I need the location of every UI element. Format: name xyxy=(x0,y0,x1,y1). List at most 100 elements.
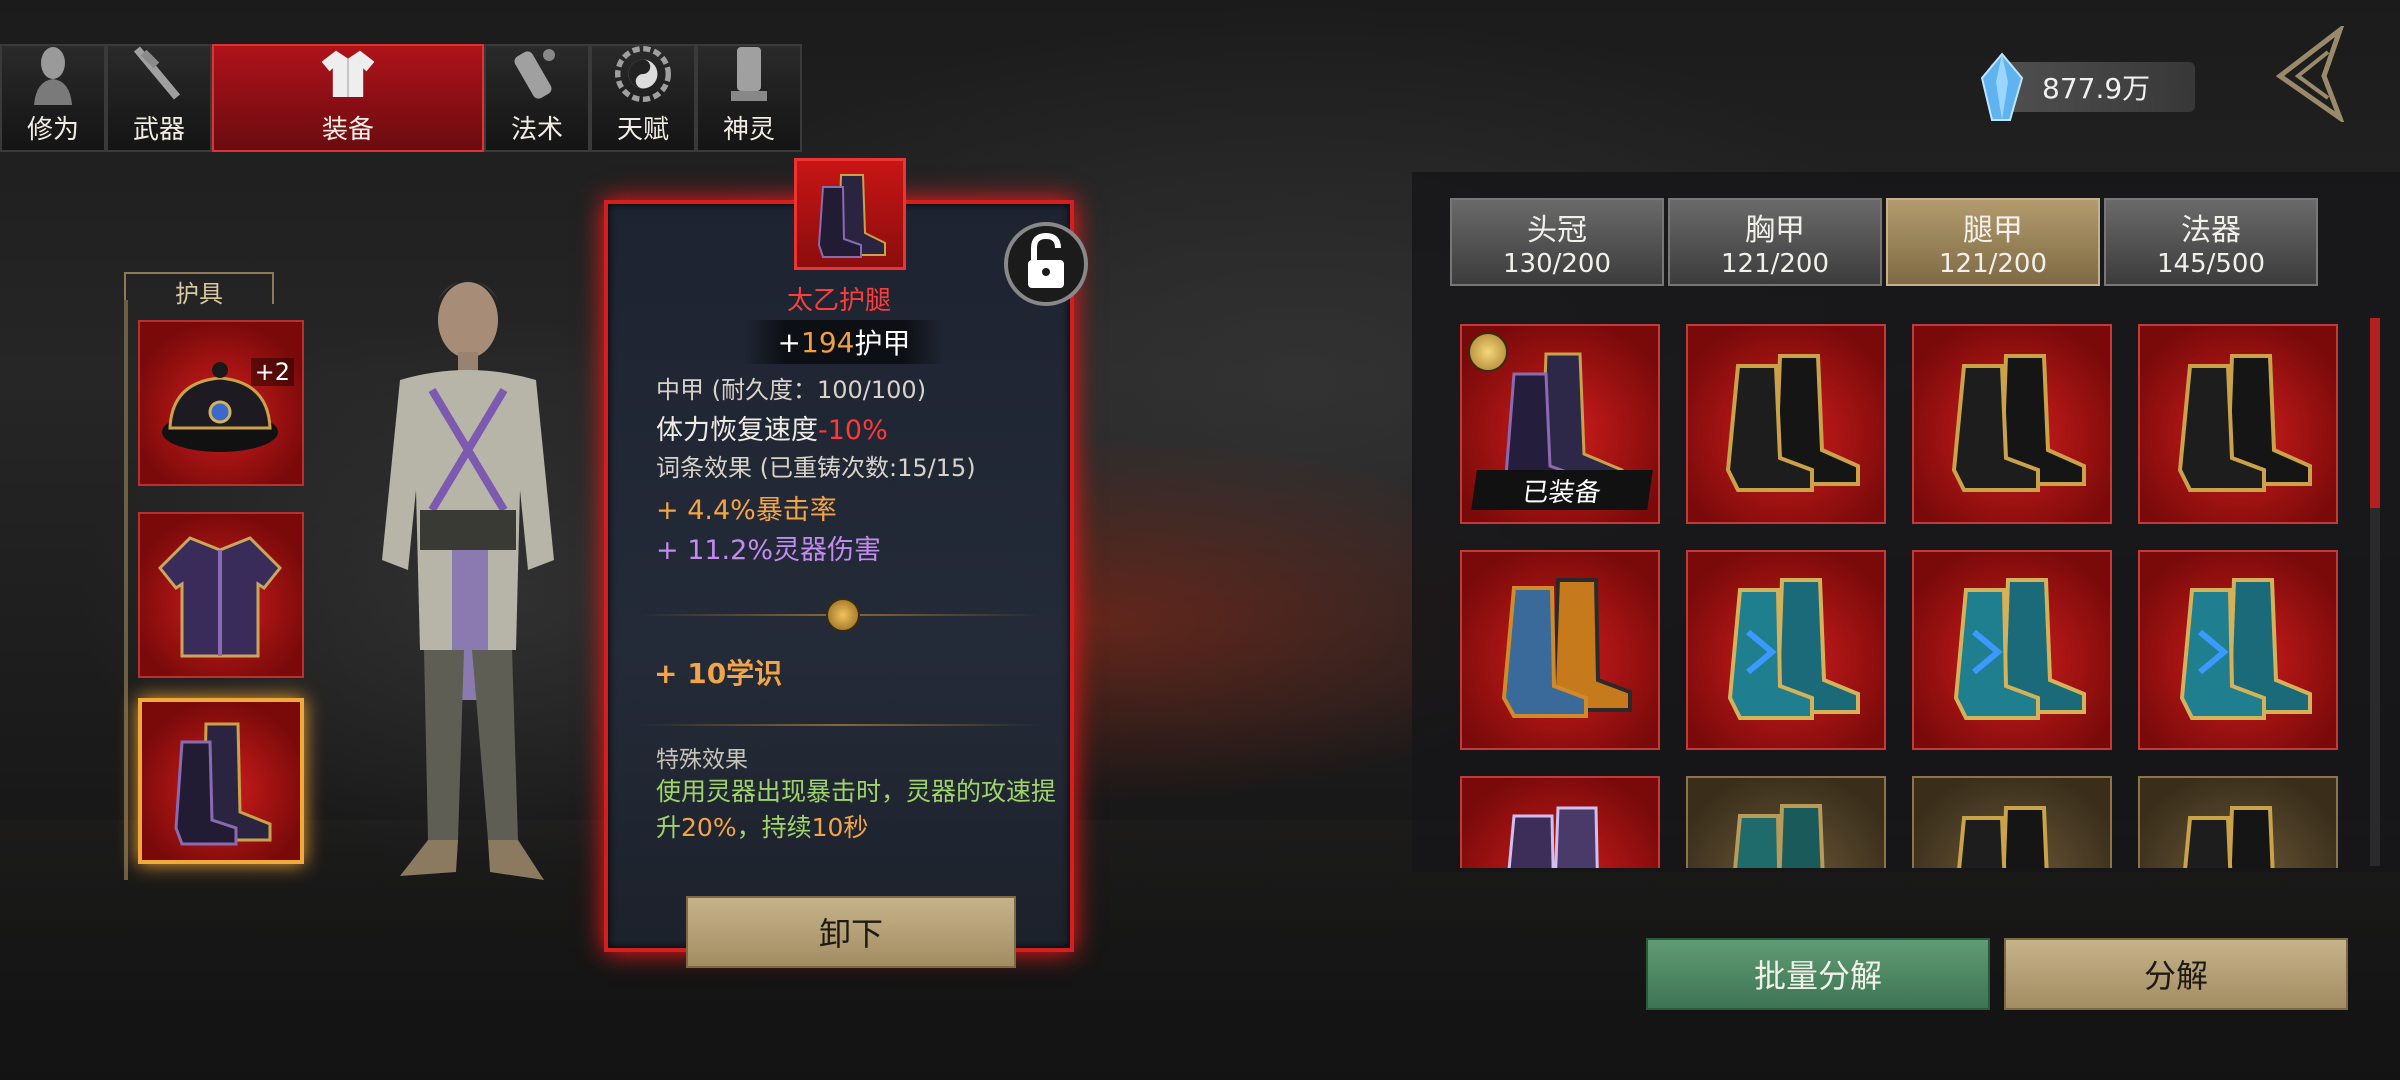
boots-icon xyxy=(1733,804,1825,868)
tab-deity[interactable]: 神灵 xyxy=(696,44,802,152)
stamina-value: -10% xyxy=(818,415,888,446)
inventory-item[interactable] xyxy=(1460,776,1660,868)
robe-icon xyxy=(320,41,376,105)
bagua-icon xyxy=(615,43,671,105)
armor-section-title: 护具 xyxy=(124,272,274,308)
tab-label: 修为 xyxy=(26,115,79,145)
affix-title: 词条效果 (已重铸次数:15/15) xyxy=(656,454,976,482)
tab-label: 天赋 xyxy=(616,115,669,145)
category-tab-helmet[interactable]: 头冠 130/200 xyxy=(1450,198,1664,286)
boots-icon xyxy=(1953,578,2086,720)
scholar-bonus: + 10学识 xyxy=(654,657,783,690)
boots-icon xyxy=(1501,578,1632,718)
armor-value: +194 护甲 xyxy=(744,320,944,364)
equipped-badge: 已装备 xyxy=(1471,470,1653,510)
special-text-b: ，持续 xyxy=(736,813,812,842)
scroll-icon xyxy=(509,43,565,105)
tab-spell[interactable]: 法术 xyxy=(484,44,590,152)
bagua-badge-icon xyxy=(1468,332,1508,372)
unequip-button[interactable]: 卸下 xyxy=(686,896,1016,968)
boots-icon xyxy=(1957,806,2049,868)
affix-crit: + 4.4%暴击率 xyxy=(656,488,837,527)
inventory-item[interactable] xyxy=(1686,550,1886,750)
inventory-item[interactable] xyxy=(1686,324,1886,524)
bagua-ornament-icon xyxy=(826,598,860,632)
scrollbar-thumb[interactable] xyxy=(2370,318,2380,508)
category-label: 头冠 xyxy=(1527,213,1587,248)
divider xyxy=(640,724,1040,726)
inventory-item[interactable] xyxy=(1912,776,2112,868)
category-tab-legs[interactable]: 腿甲 121/200 xyxy=(1886,198,2100,286)
crystal-icon xyxy=(1978,52,2026,122)
boots-icon xyxy=(1951,354,2086,492)
tooltip-item-icon xyxy=(794,158,906,270)
tab-label: 装备 xyxy=(321,115,374,145)
top-tab-bar: 修为 武器 装备 法术 天赋 神灵 xyxy=(0,44,802,152)
category-count: 121/200 xyxy=(1720,249,1829,279)
inventory-item[interactable] xyxy=(1912,324,2112,524)
boots-icon xyxy=(2183,806,2275,868)
special-pct: 20% xyxy=(681,813,737,842)
category-label: 胸甲 xyxy=(1745,213,1805,248)
inventory-item[interactable] xyxy=(1912,550,2112,750)
sword-icon xyxy=(131,43,187,105)
affix-spirit-label: 灵器伤害 xyxy=(772,535,881,566)
tab-label: 武器 xyxy=(132,115,185,145)
stamina-label: 体力恢复速度 xyxy=(656,415,818,446)
affix-spirit-value: + 11.2% xyxy=(656,535,773,566)
boots-icon xyxy=(2177,354,2312,492)
category-label: 法器 xyxy=(2181,213,2241,248)
enhance-level: +2 xyxy=(250,358,294,386)
category-tab-chest[interactable]: 胸甲 121/200 xyxy=(1668,198,1882,286)
affix-spirit-damage: + 11.2%灵器伤害 xyxy=(656,528,881,567)
inventory-item[interactable] xyxy=(2138,776,2338,868)
boots-icon xyxy=(174,722,272,846)
armor-type-line: 中甲 (耐久度：100/100) xyxy=(656,376,927,404)
hat-icon xyxy=(162,362,278,452)
armor-number: 194 xyxy=(801,325,855,359)
armor-label: 护甲 xyxy=(854,327,911,360)
tab-equipment[interactable]: 装备 xyxy=(212,44,484,152)
meditation-head-icon xyxy=(25,43,81,105)
armor-slot-chest[interactable] xyxy=(138,512,304,678)
decompose-button[interactable]: 分解 xyxy=(2004,938,2348,1010)
boots-icon xyxy=(1507,806,1599,868)
category-tab-artifact[interactable]: 法器 145/500 xyxy=(2104,198,2318,286)
item-name: 太乙护腿 xyxy=(786,286,891,316)
armor-prefix: + xyxy=(777,325,801,359)
inventory-item[interactable] xyxy=(1686,776,1886,868)
tab-weapon[interactable]: 武器 xyxy=(106,44,212,152)
armor-slot-hat[interactable]: +2 xyxy=(138,320,304,486)
armor-slot-boots[interactable] xyxy=(138,698,304,864)
inventory-item[interactable] xyxy=(1460,550,1660,750)
boots-icon xyxy=(2179,578,2312,720)
stamina-stat: 体力恢复速度-10% xyxy=(656,408,888,447)
chest-armor-icon xyxy=(157,536,283,658)
inventory-item[interactable] xyxy=(2138,550,2338,750)
special-effect-text: 使用灵器出现暴击时，灵器的攻速提升20%，持续10秒 xyxy=(656,774,1056,846)
special-duration: 10秒 xyxy=(811,813,869,842)
category-count: 145/500 xyxy=(2156,249,2265,279)
character-model xyxy=(340,260,600,920)
boots-icon xyxy=(1725,354,1860,492)
armor-section-frame xyxy=(124,300,128,880)
inventory-grid: 已装备 xyxy=(1452,318,2352,868)
affix-crit-label: 暴击率 xyxy=(755,495,837,526)
affix-crit-value: + 4.4% xyxy=(656,495,756,526)
category-count: 121/200 xyxy=(1938,249,2047,279)
tab-label: 神灵 xyxy=(722,115,775,145)
batch-decompose-button[interactable]: 批量分解 xyxy=(1646,938,1990,1010)
tab-label: 法术 xyxy=(510,115,563,145)
currency-value: 877.9万 xyxy=(2042,72,2151,105)
tab-talent[interactable]: 天赋 xyxy=(590,44,696,152)
inventory-item[interactable] xyxy=(2138,324,2338,524)
tab-cultivation[interactable]: 修为 xyxy=(0,44,106,152)
special-effect-title: 特殊效果 xyxy=(656,747,748,773)
back-arrow-icon[interactable] xyxy=(2270,22,2350,125)
tablet-icon xyxy=(721,43,777,105)
category-label: 腿甲 xyxy=(1963,213,2023,248)
boots-icon xyxy=(1727,578,1860,720)
inventory-item[interactable]: 已装备 xyxy=(1460,324,1660,524)
boots-icon xyxy=(817,174,886,258)
category-count: 130/200 xyxy=(1502,249,1611,279)
